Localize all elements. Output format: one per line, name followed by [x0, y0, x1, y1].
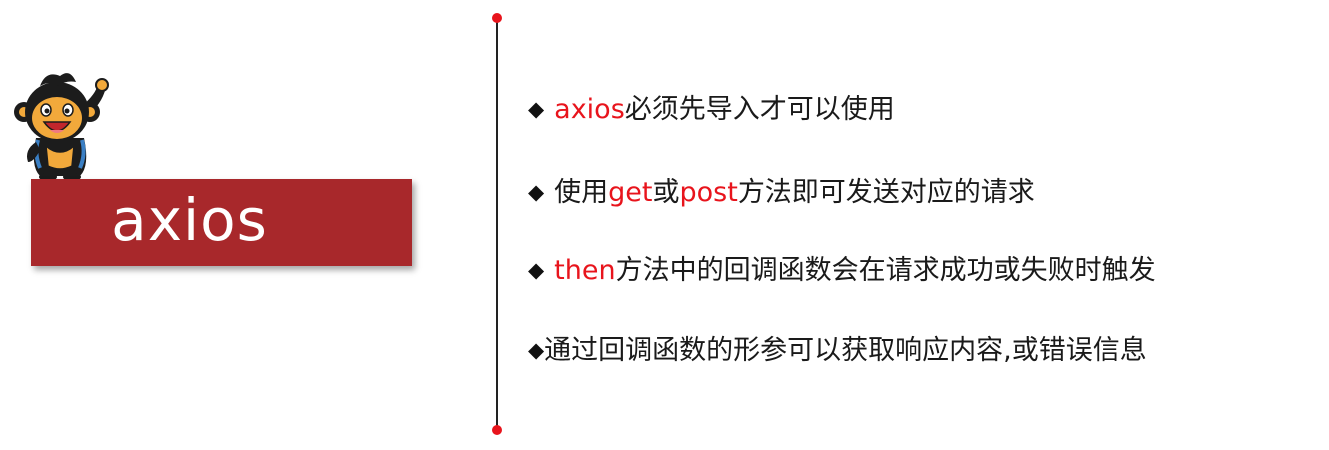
bullet-text: 方法中的回调函数会在请求成功或失败时触发: [615, 255, 1156, 286]
bullet-highlight: post: [679, 177, 738, 208]
bullet-item: ◆通过回调函数的形参可以获取响应内容,或错误信息: [528, 334, 1147, 367]
bullet-text: 通过回调函数的形参可以获取响应内容,或错误信息: [544, 335, 1147, 366]
bullet-item: ◆ then方法中的回调函数会在请求成功或失败时触发: [528, 254, 1156, 287]
bullet-text: 方法即可发送对应的请求: [737, 177, 1035, 208]
bullet-highlight: axios: [554, 94, 625, 125]
divider-dot-bottom: [492, 425, 502, 435]
bullet-highlight: then: [554, 255, 616, 286]
divider-dot-top: [492, 13, 502, 23]
mascot-icon: [14, 73, 109, 181]
title-text: axios: [111, 185, 268, 254]
diamond-bullet-icon: ◆: [528, 338, 545, 362]
bullet-item: ◆ axios必须先导入才可以使用: [528, 93, 895, 126]
bullet-highlight: get: [608, 177, 653, 208]
bullet-text: 或: [652, 177, 680, 208]
bullet-text: 必须先导入才可以使用: [624, 94, 895, 125]
diamond-bullet-icon: ◆: [528, 97, 545, 121]
divider-line: [496, 18, 498, 430]
bullet-item: ◆ 使用get或post方法即可发送对应的请求: [528, 176, 1035, 209]
diamond-bullet-icon: ◆: [528, 258, 545, 282]
diamond-bullet-icon: ◆: [528, 180, 545, 204]
bullet-text: 使用: [554, 177, 609, 208]
title-banner: axios: [31, 179, 412, 266]
